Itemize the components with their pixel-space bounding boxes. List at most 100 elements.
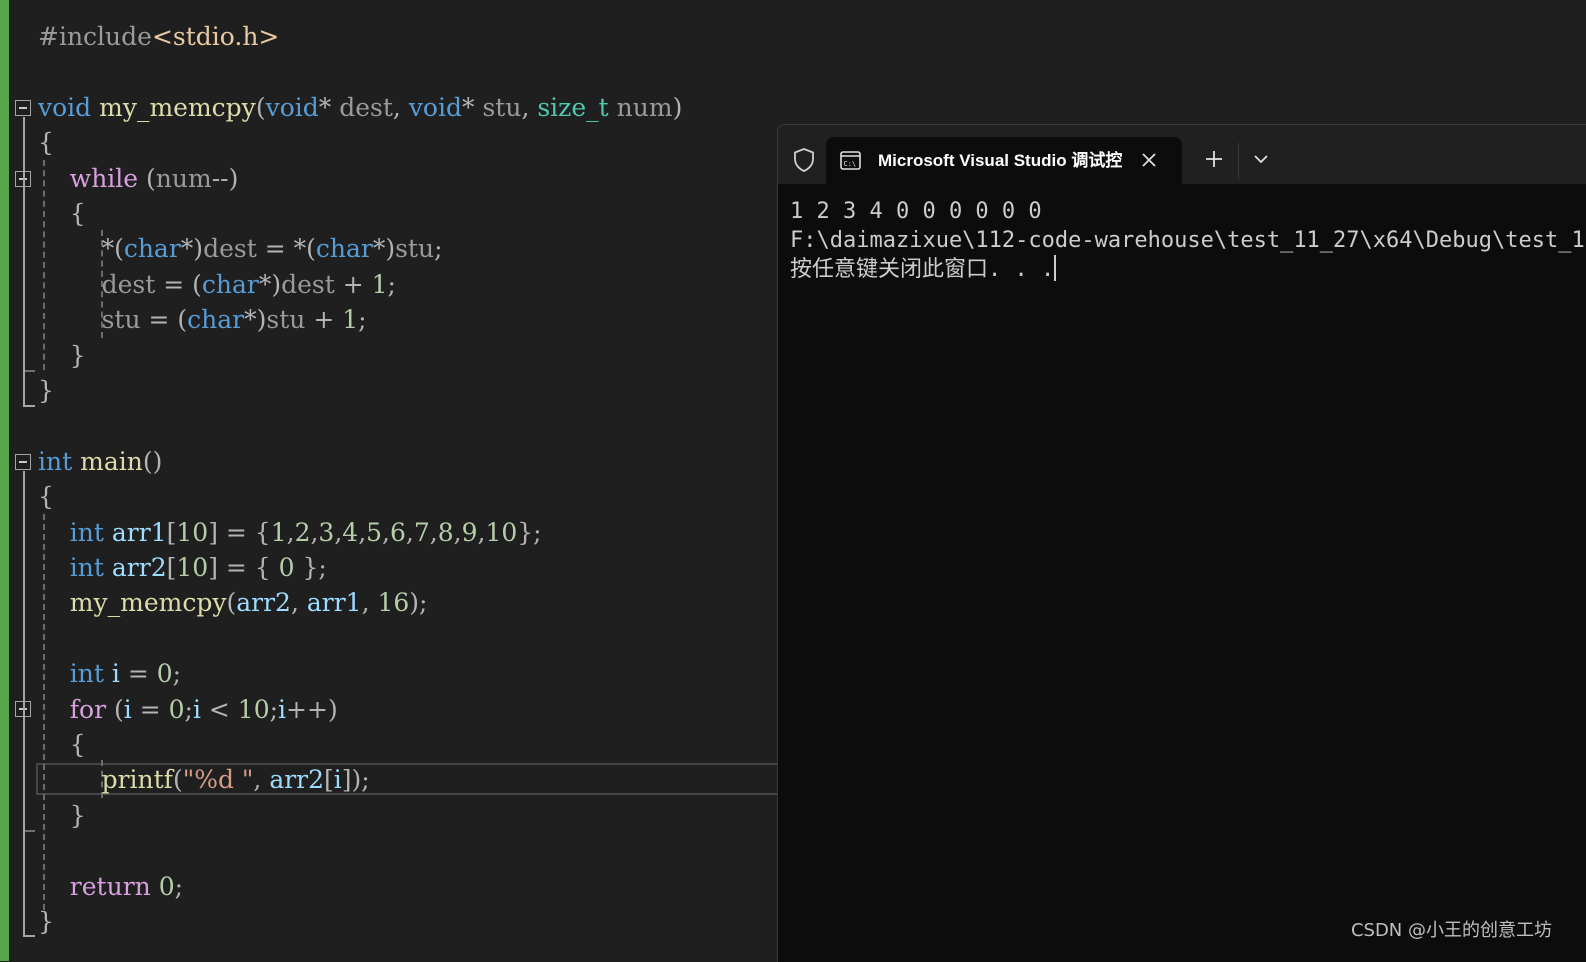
code-line[interactable]: *(char*)dest = *(char*)stu; [38, 232, 443, 266]
code-token: , [361, 588, 378, 618]
code-token: , [392, 92, 409, 122]
code-token: } [38, 376, 54, 405]
code-token: ] = { [208, 553, 279, 582]
code-token: my_memcpy [99, 92, 256, 122]
terminal-titlebar: C:\ Microsoft Visual Studio 调试控制台 [778, 125, 1586, 184]
code-token: stu [266, 305, 306, 335]
code-token: , [429, 517, 438, 547]
code-token: void [38, 92, 92, 122]
code-line[interactable]: int i = 0; [38, 657, 181, 691]
code-token: --) [211, 163, 239, 193]
code-token: size_t [537, 92, 609, 122]
code-token: ; [184, 694, 193, 724]
code-token: char [187, 305, 245, 335]
code-token: num [155, 163, 212, 193]
code-token: int [69, 517, 104, 547]
code-token: ( [255, 92, 266, 122]
code-token: < [200, 694, 238, 724]
code-line[interactable]: my_memcpy(arr2, arr1, 16); [38, 586, 428, 620]
code-token: main [80, 446, 143, 476]
watermark: CSDN @小王的创意工坊 [1350, 920, 1552, 941]
code-line[interactable]: int arr1[10] = {1,2,3,4,5,6,7,8,9,10}; [38, 516, 542, 550]
code-token: "%d " [182, 765, 254, 795]
code-line[interactable]: return 0; [38, 870, 183, 904]
code-token: 1 [371, 269, 388, 299]
code-line[interactable]: { [38, 126, 54, 160]
code-token: ]); [341, 765, 370, 795]
code-token: dest [203, 234, 257, 264]
shield-icon [794, 148, 814, 172]
code-token: , [405, 517, 414, 547]
code-token: 10 [237, 694, 270, 724]
code-line[interactable]: } [38, 374, 54, 408]
code-line[interactable]: { [38, 728, 86, 762]
close-icon[interactable] [1140, 151, 1158, 169]
code-token: ++) [286, 694, 338, 724]
code-token: *) [244, 305, 267, 335]
code-token: char [315, 234, 373, 264]
code-token: ] = { [208, 517, 271, 547]
code-token: ( [138, 163, 156, 193]
code-token: = ( [155, 269, 202, 299]
code-line[interactable]: { [38, 480, 54, 514]
chevron-down-icon[interactable] [1253, 153, 1269, 165]
code-token: dest [339, 92, 393, 122]
code-token: stu [395, 234, 435, 264]
code-token: () [142, 446, 163, 476]
tab-debug-console[interactable]: C:\ Microsoft Visual Studio 调试控制台 [826, 137, 1182, 184]
code-token: 3 [318, 517, 335, 547]
code-token: dest [281, 269, 335, 299]
code-token: ; [434, 234, 443, 264]
collapse-icon[interactable] [15, 100, 31, 116]
code-token: char [201, 269, 259, 299]
code-token: num [616, 92, 673, 122]
code-line[interactable]: stu = (char*)stu + 1; [38, 303, 367, 337]
terminal-window[interactable]: C:\ Microsoft Visual Studio 调试控制台 1 2 3 … [777, 124, 1586, 962]
code-token: ; [387, 269, 396, 299]
code-token: , [382, 517, 390, 547]
code-line[interactable]: } [38, 799, 86, 833]
terminal-output[interactable]: 1 2 3 4 0 0 0 0 0 0 F:\daimazixue\112-co… [790, 197, 1586, 284]
code-token: ) [672, 92, 683, 122]
outline-guide-end [23, 405, 35, 407]
code-token: dest [101, 269, 156, 299]
code-line[interactable]: void my_memcpy(void* dest, void* stu, si… [38, 91, 682, 125]
code-editor[interactable]: #include<stdio.h> void my_memcpy(void* de… [0, 0, 1586, 962]
code-line[interactable]: while (num--) [38, 162, 239, 196]
code-line[interactable]: for (i = 0;i < 10;i++) [38, 693, 338, 727]
code-token: 9 [461, 517, 478, 547]
plus-icon[interactable] [1204, 149, 1224, 169]
code-token: , [521, 92, 538, 122]
code-line[interactable]: printf("%d ", arr2[i]); [38, 763, 370, 797]
code-line[interactable]: #include<stdio.h> [38, 20, 279, 54]
code-line[interactable]: } [38, 339, 86, 373]
code-line[interactable]: int main() [38, 445, 162, 479]
code-token: stu [101, 305, 141, 335]
code-token: } [38, 907, 54, 936]
code-token: *) [180, 234, 204, 264]
tab-divider [1238, 143, 1239, 179]
cmd-icon: C:\ [840, 151, 861, 170]
code-token: , [286, 517, 295, 547]
code-token: } [38, 340, 86, 370]
code-token: char [123, 234, 181, 264]
code-line[interactable]: int arr2[10] = { 0 }; [38, 551, 327, 585]
collapse-icon[interactable] [15, 454, 31, 470]
code-token: 7 [413, 517, 430, 547]
code-token: arr2 [269, 765, 325, 795]
code-line[interactable]: { [38, 197, 86, 231]
code-token: ( [226, 588, 237, 618]
code-token: arr1 [306, 588, 362, 618]
code-token: } [38, 800, 86, 830]
text-cursor [1054, 255, 1057, 281]
code-token: for [69, 694, 107, 724]
code-line[interactable]: dest = (char*)dest + 1; [38, 268, 396, 302]
code-line[interactable]: } [38, 905, 54, 939]
